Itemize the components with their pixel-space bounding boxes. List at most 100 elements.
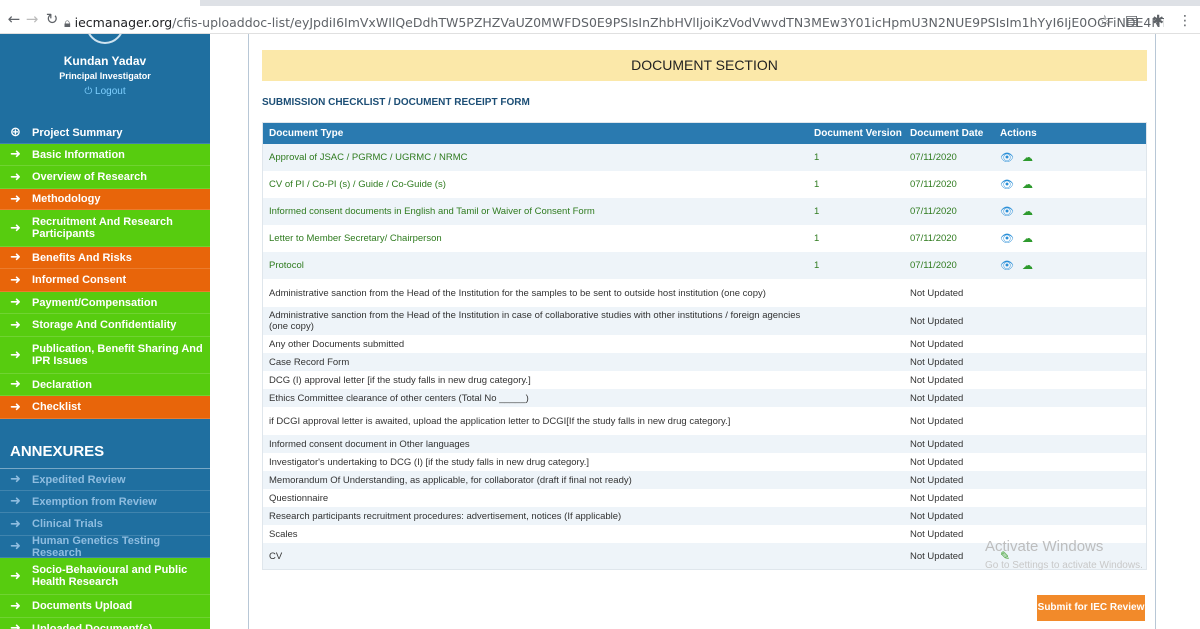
eye-icon[interactable]: 👁︎ xyxy=(1000,151,1014,164)
activate-windows-title: Activate Windows xyxy=(985,538,1104,555)
doc-type-cell: Administrative sanction from the Head of… xyxy=(269,287,766,299)
sidebar-item-label: Basic Information xyxy=(32,148,125,161)
lock-icon: 🔒︎ xyxy=(64,15,75,30)
arrow-right-icon: ➜ xyxy=(10,516,21,532)
sidebar-item[interactable]: ➜ Publication, Benefit Sharing And IPR Is… xyxy=(0,337,210,374)
doc-date-cell: Not Updated xyxy=(910,392,964,404)
eye-icon[interactable]: 👁︎ xyxy=(1000,232,1014,245)
logout-label: Logout xyxy=(95,86,126,97)
documents-table: Document Type Document Version Document … xyxy=(262,122,1147,570)
annexure-item[interactable]: ➜ Exemption from Review xyxy=(0,491,210,513)
forward-icon[interactable]: → xyxy=(24,11,40,27)
doc-date-cell: Not Updated xyxy=(910,492,964,504)
doc-type-cell: CV of PI / Co-PI (s) / Guide / Co-Guide … xyxy=(269,179,446,190)
sidebar-item[interactable]: ⊕ Project Summary xyxy=(0,122,210,144)
table-row: Any other Documents submitted Not Updated xyxy=(263,335,1146,353)
arrow-right-icon: ➜ xyxy=(10,472,21,487)
doc-version-cell: 1 xyxy=(814,179,820,190)
activate-windows-sub: Go to Settings to activate Windows. xyxy=(985,560,1143,571)
extension-icon[interactable]: ▤ xyxy=(1125,13,1138,29)
back-icon[interactable]: ← xyxy=(6,11,22,27)
actions-cell: 👁︎ ☁ xyxy=(994,232,1144,245)
sidebar-item[interactable]: ➜ Informed Consent xyxy=(0,269,210,292)
doc-type-cell: Approval of JSAC / PGRMC / UGRMC / NRMC xyxy=(269,152,468,163)
doc-type-cell: Scales xyxy=(269,528,298,540)
doc-type-cell: Any other Documents submitted xyxy=(269,338,405,350)
doc-date-cell: 07/11/2020 xyxy=(910,152,957,163)
actions-cell: 👁︎ ☁ xyxy=(994,178,1144,191)
sidebar-item[interactable]: ➜ Payment/Compensation xyxy=(0,292,210,314)
doc-type-cell: Memorandum Of Understanding, as applicab… xyxy=(269,474,632,486)
puzzle-icon[interactable]: ✱ xyxy=(1152,13,1164,29)
sidebar-item-label: Checklist xyxy=(32,401,81,413)
cloud-upload-icon[interactable]: ☁ xyxy=(1022,178,1033,191)
sidebar-item-label: Exemption from Review xyxy=(32,495,157,508)
table-row: Approval of JSAC / PGRMC / UGRMC / NRMC 1… xyxy=(263,144,1146,171)
section-subtitle: SUBMISSION CHECKLIST / DOCUMENT RECEIPT … xyxy=(262,97,530,108)
sidebar-item-label: Clinical Trials xyxy=(32,518,103,530)
annexure-item[interactable]: ➜ Uploaded Document(s) xyxy=(0,618,210,629)
sidebar-item-label: Overview of Research xyxy=(32,171,147,183)
annexure-item[interactable]: ➜ Documents Upload xyxy=(0,595,210,618)
address-bar[interactable]: 🔒︎ iecmanager.org/cfis-uploaddoc-list/ey… xyxy=(64,14,1164,32)
power-icon: ⏻ xyxy=(84,86,96,97)
cloud-upload-icon[interactable]: ☁ xyxy=(1022,259,1033,272)
cloud-upload-icon[interactable]: ☁ xyxy=(1022,232,1033,245)
cloud-upload-icon[interactable]: ☁ xyxy=(1022,205,1033,218)
arrow-right-icon: ➜ xyxy=(10,317,21,333)
doc-date-cell: Not Updated xyxy=(910,456,964,468)
sidebar-item[interactable]: ➜ Basic Information xyxy=(0,144,210,166)
menu-icon[interactable]: ⋮ xyxy=(1178,13,1192,29)
eye-icon[interactable]: 👁︎ xyxy=(1000,178,1014,191)
arrow-right-icon: ➜ xyxy=(10,399,21,415)
user-role: Principal Investigator xyxy=(59,71,151,81)
arrow-right-icon: ➜ xyxy=(10,598,21,614)
arrow-right-icon: ➜ xyxy=(10,147,21,162)
url-path: /cfis-uploaddoc-list/eyJpdiI6ImVxWIlQeDd… xyxy=(172,15,1164,30)
col-header-type: Document Type xyxy=(269,128,344,139)
sidebar-item[interactable]: ➜ Declaration xyxy=(0,374,210,396)
star-icon[interactable]: ☆ xyxy=(1098,13,1111,29)
arrow-right-icon: ➜ xyxy=(10,220,21,236)
reload-icon[interactable]: ↻ xyxy=(44,11,60,27)
user-box: Kundan Yadav Principal Investigator ⏻ Lo… xyxy=(0,34,210,112)
annexure-item[interactable]: ➜ Socio-Behavioural and Public Health Res… xyxy=(0,558,210,595)
eye-icon[interactable]: 👁︎ xyxy=(1000,259,1014,272)
sidebar-item[interactable]: ➜ Methodology xyxy=(0,189,210,210)
table-row: Ethics Committee clearance of other cent… xyxy=(263,389,1146,407)
doc-type-cell: Ethics Committee clearance of other cent… xyxy=(269,392,529,404)
sidebar-item-label: Socio-Behavioural and Public Health Rese… xyxy=(32,564,188,588)
sidebar-item[interactable]: ➜ Benefits And Risks xyxy=(0,247,210,269)
arrow-right-icon: ➜ xyxy=(10,191,21,207)
table-row: Administrative sanction from the Head of… xyxy=(263,307,1146,335)
annexure-item[interactable]: ➜ Expedited Review xyxy=(0,469,210,491)
logout-link[interactable]: ⏻ Logout xyxy=(0,86,210,97)
url-host: iecmanager.org xyxy=(74,15,173,30)
sidebar-item-label: Documents Upload xyxy=(32,600,133,612)
doc-date-cell: Not Updated xyxy=(910,415,964,427)
doc-date-cell: 07/11/2020 xyxy=(910,260,957,271)
annexure-item[interactable]: ➜ Clinical Trials xyxy=(0,513,210,536)
doc-date-cell: Not Updated xyxy=(910,356,964,368)
eye-icon[interactable]: 👁︎ xyxy=(1000,205,1014,218)
sidebar-item-label: Human Genetics Testing Research xyxy=(32,534,161,559)
submit-iec-review-button[interactable]: Submit for IEC Review xyxy=(1037,595,1145,621)
sidebar-item[interactable]: ➜ Overview of Research xyxy=(0,166,210,189)
cloud-upload-icon[interactable]: ☁ xyxy=(1022,151,1033,164)
sidebar-item[interactable]: ➜ Checklist xyxy=(0,396,210,419)
sidebar-item-label: Publication, Benefit Sharing And IPR Iss… xyxy=(32,343,203,367)
page-title: DOCUMENT SECTION xyxy=(262,50,1147,81)
sidebar-item[interactable]: ➜ Recruitment And Research Participants xyxy=(0,210,210,247)
sidebar-item-label: Uploaded Document(s) xyxy=(32,622,153,629)
table-row: Administrative sanction from the Head of… xyxy=(263,279,1146,307)
arrow-right-icon: ➜ xyxy=(10,568,21,584)
sidebar-item-label: Expedited Review xyxy=(32,473,126,486)
sidebar-item[interactable]: ➜ Storage And Confidentiality xyxy=(0,314,210,337)
col-header-actions: Actions xyxy=(1000,128,1037,139)
plus-circle-icon: ⊕ xyxy=(10,125,21,140)
annexure-item[interactable]: ➜ Human Genetics Testing Research xyxy=(0,534,210,559)
doc-type-cell: Research participants recruitment proced… xyxy=(269,510,622,522)
arrow-right-icon: ➜ xyxy=(10,169,21,185)
doc-version-cell: 1 xyxy=(814,233,820,244)
sidebar: Kundan Yadav Principal Investigator ⏻ Lo… xyxy=(0,34,210,629)
